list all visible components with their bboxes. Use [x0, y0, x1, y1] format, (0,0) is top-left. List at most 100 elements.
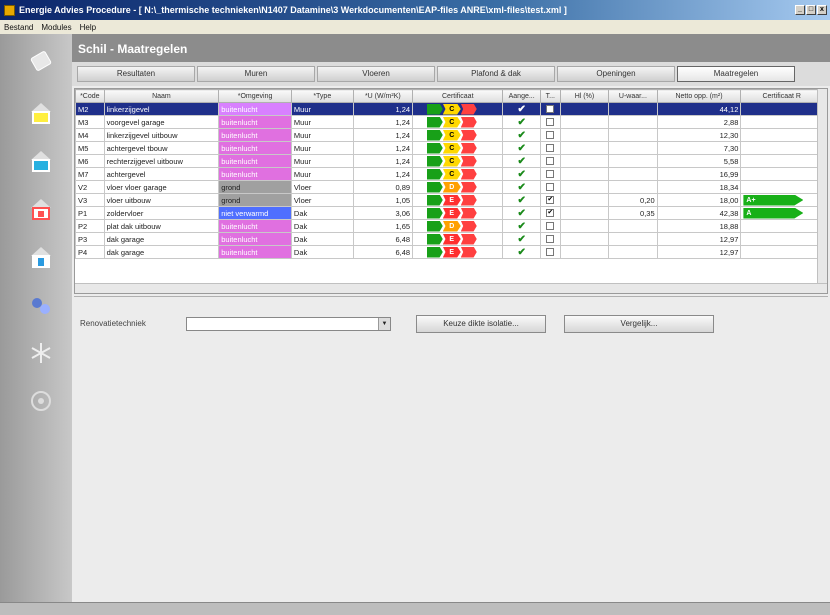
cell-hl[interactable]: [559, 219, 610, 233]
cell-aangepast[interactable]: ✔: [502, 180, 541, 194]
cell-uwaarde[interactable]: [608, 115, 658, 129]
cell-uwaarde[interactable]: [608, 180, 658, 194]
col-naam-header[interactable]: Naam: [103, 89, 220, 103]
cell-u[interactable]: 1,24: [352, 154, 414, 168]
checkbox[interactable]: [546, 248, 555, 256]
cell-netto[interactable]: 18,34: [656, 180, 742, 194]
cell-code[interactable]: M7: [75, 167, 105, 181]
table-row[interactable]: P1 zoldervloer niet verwarmd Dak 3,06 E ✔ ✔ 0,35…: [75, 206, 823, 220]
col-certificaat-r-header[interactable]: Certificaat R: [740, 89, 823, 103]
cell-netto[interactable]: 12,30: [656, 128, 742, 142]
cell-type[interactable]: Dak: [290, 245, 354, 259]
cell-netto[interactable]: 5,58: [656, 154, 742, 168]
cell-netto[interactable]: 12,97: [656, 245, 742, 259]
cell-naam[interactable]: linkerzijgevel: [103, 102, 220, 116]
cell-netto[interactable]: 42,38: [656, 206, 742, 220]
maximize-button[interactable]: □: [806, 5, 816, 15]
cell-hl[interactable]: [559, 206, 610, 220]
cell-code[interactable]: V2: [75, 180, 105, 194]
cell-type[interactable]: Vloer: [290, 180, 354, 194]
cell-code[interactable]: M3: [75, 115, 105, 129]
cell-hl[interactable]: [559, 180, 610, 194]
cell-t[interactable]: ✔: [539, 206, 561, 220]
cell-omgeving[interactable]: buitenlucht: [218, 245, 292, 259]
cell-aangepast[interactable]: ✔: [502, 193, 541, 207]
checkbox[interactable]: [546, 222, 555, 230]
table-row[interactable]: P3 dak garage buitenlucht Dak 6,48 E ✔ 12,97: [75, 232, 823, 246]
cell-omgeving[interactable]: buitenlucht: [218, 128, 292, 142]
col-omgeving-header[interactable]: *Omgeving: [218, 89, 292, 103]
cell-code[interactable]: P2: [75, 219, 105, 233]
cell-type[interactable]: Vloer: [290, 193, 354, 207]
menu-help[interactable]: Help: [76, 23, 100, 32]
cell-hl[interactable]: [559, 128, 610, 142]
notebook-icon[interactable]: [28, 48, 54, 74]
tab-plafond-dak[interactable]: Plafond & dak: [437, 66, 555, 82]
col-netto-header[interactable]: Netto opp. (m²): [656, 89, 742, 103]
cell-naam[interactable]: dak garage: [103, 232, 220, 246]
renovatietechniek-select[interactable]: ▼: [186, 317, 391, 331]
house-blue-icon[interactable]: [28, 148, 54, 174]
cell-t[interactable]: [539, 232, 561, 246]
cell-netto[interactable]: 18,00: [656, 193, 742, 207]
cell-naam[interactable]: dak garage: [103, 245, 220, 259]
cell-u[interactable]: 3,06: [352, 206, 414, 220]
cell-t[interactable]: [539, 102, 561, 116]
col-t-header[interactable]: T...: [539, 89, 561, 103]
cell-omgeving[interactable]: buitenlucht: [218, 167, 292, 181]
col-type-header[interactable]: *Type: [290, 89, 354, 103]
tab-resultaten[interactable]: Resultaten: [77, 66, 195, 82]
cell-omgeving[interactable]: buitenlucht: [218, 102, 292, 116]
cell-uwaarde[interactable]: [608, 232, 658, 246]
cell-type[interactable]: Dak: [290, 232, 354, 246]
table-row[interactable]: M5 achtergevel tbouw buitenlucht Muur 1,24 C ✔…: [75, 141, 823, 155]
cell-aangepast[interactable]: ✔: [502, 115, 541, 129]
cell-omgeving[interactable]: buitenlucht: [218, 232, 292, 246]
cell-code[interactable]: M4: [75, 128, 105, 142]
snowflake-icon[interactable]: [28, 340, 54, 366]
cell-u[interactable]: 1,24: [352, 167, 414, 181]
cell-naam[interactable]: rechterzijgevel uitbouw: [103, 154, 220, 168]
cell-omgeving[interactable]: buitenlucht: [218, 154, 292, 168]
cell-uwaarde[interactable]: [608, 245, 658, 259]
cell-code[interactable]: P3: [75, 232, 105, 246]
cell-type[interactable]: Muur: [290, 167, 354, 181]
checkbox[interactable]: ✔: [546, 209, 555, 217]
cell-u[interactable]: 1,24: [352, 141, 414, 155]
cell-u[interactable]: 1,24: [352, 102, 414, 116]
table-row[interactable]: M7 achtergevel buitenlucht Muur 1,24 C ✔ 16,99: [75, 167, 823, 181]
cell-naam[interactable]: vloer uitbouw: [103, 193, 220, 207]
cell-uwaarde[interactable]: [608, 128, 658, 142]
cell-t[interactable]: [539, 167, 561, 181]
vergelijk-button[interactable]: Vergelijk...: [564, 315, 714, 333]
cell-uwaarde[interactable]: 0,20: [608, 193, 658, 207]
cell-uwaarde[interactable]: [608, 141, 658, 155]
fan-icon[interactable]: [28, 388, 54, 414]
col-code-header[interactable]: *Code: [75, 89, 105, 103]
chevron-down-icon[interactable]: ▼: [378, 318, 390, 330]
close-button[interactable]: x: [817, 5, 827, 15]
cell-hl[interactable]: [559, 102, 610, 116]
minimize-button[interactable]: _: [795, 5, 805, 15]
cell-t[interactable]: [539, 154, 561, 168]
cell-u[interactable]: 0,89: [352, 180, 414, 194]
cell-uwaarde[interactable]: [608, 154, 658, 168]
cell-code[interactable]: P4: [75, 245, 105, 259]
cell-t[interactable]: [539, 141, 561, 155]
cell-type[interactable]: Muur: [290, 128, 354, 142]
col-aange-header[interactable]: Aange...: [502, 89, 541, 103]
cell-code[interactable]: P1: [75, 206, 105, 220]
menu-modules[interactable]: Modules: [37, 23, 75, 32]
tab-openingen[interactable]: Openingen: [557, 66, 675, 82]
house-blue2-icon[interactable]: [28, 244, 54, 270]
cell-omgeving[interactable]: buitenlucht: [218, 219, 292, 233]
cell-aangepast[interactable]: ✔: [502, 102, 541, 116]
cell-code[interactable]: M5: [75, 141, 105, 155]
checkbox[interactable]: [546, 118, 555, 126]
cell-aangepast[interactable]: ✔: [502, 206, 541, 220]
cell-t[interactable]: ✔: [539, 193, 561, 207]
cell-naam[interactable]: linkerzijgevel uitbouw: [103, 128, 220, 142]
checkbox[interactable]: [546, 157, 555, 165]
tab-muren[interactable]: Muren: [197, 66, 315, 82]
cell-netto[interactable]: 2,88: [656, 115, 742, 129]
